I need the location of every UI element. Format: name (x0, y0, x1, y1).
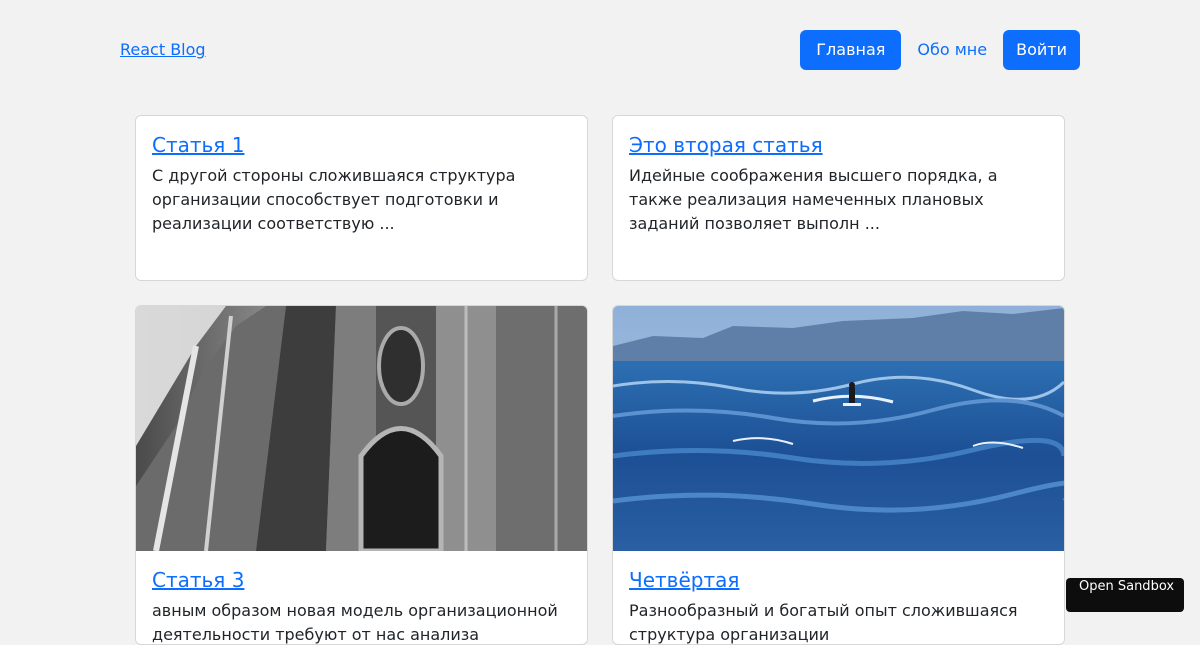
post-excerpt: авным образом новая модель организационн… (152, 601, 558, 644)
main-nav: Главная Обо мне Войти (800, 30, 1080, 70)
card-body: Статья 3 авным образом новая модель орга… (136, 551, 587, 644)
open-sandbox-button[interactable]: Open Sandbox (1066, 578, 1184, 612)
post-title-link[interactable]: Это вторая статья (629, 132, 823, 158)
surfer-sea-photo (613, 306, 1064, 551)
architecture-photo (136, 306, 587, 551)
card-body: Статья 1 С другой стороны сложившаяся ст… (136, 116, 587, 236)
post-title-link[interactable]: Четвёртая (629, 567, 739, 593)
post-excerpt: С другой стороны сложившаяся структура о… (152, 166, 516, 233)
site-header: React Blog Главная Обо мне Войти (0, 0, 1200, 100)
login-button[interactable]: Войти (1003, 30, 1080, 70)
post-excerpt: Разнообразный и богатый опыт сложившаяся… (629, 601, 1018, 644)
post-title-link[interactable]: Статья 3 (152, 567, 244, 593)
post-card: Четвёртая Разнообразный и богатый опыт с… (612, 305, 1065, 645)
post-card: Статья 1 С другой стороны сложившаяся ст… (135, 115, 588, 281)
card-body: Четвёртая Разнообразный и богатый опыт с… (613, 551, 1064, 644)
nav-home-button[interactable]: Главная (800, 30, 902, 70)
post-card: Статья 3 авным образом новая модель орга… (135, 305, 588, 645)
card-body: Это вторая статья Идейные соображения вы… (613, 116, 1064, 236)
brand-link[interactable]: React Blog (120, 40, 206, 60)
post-title-link[interactable]: Статья 1 (152, 132, 244, 158)
post-card: Это вторая статья Идейные соображения вы… (612, 115, 1065, 281)
nav-about-link[interactable]: Обо мне (917, 30, 987, 70)
post-excerpt: Идейные соображения высшего порядка, а т… (629, 166, 998, 233)
